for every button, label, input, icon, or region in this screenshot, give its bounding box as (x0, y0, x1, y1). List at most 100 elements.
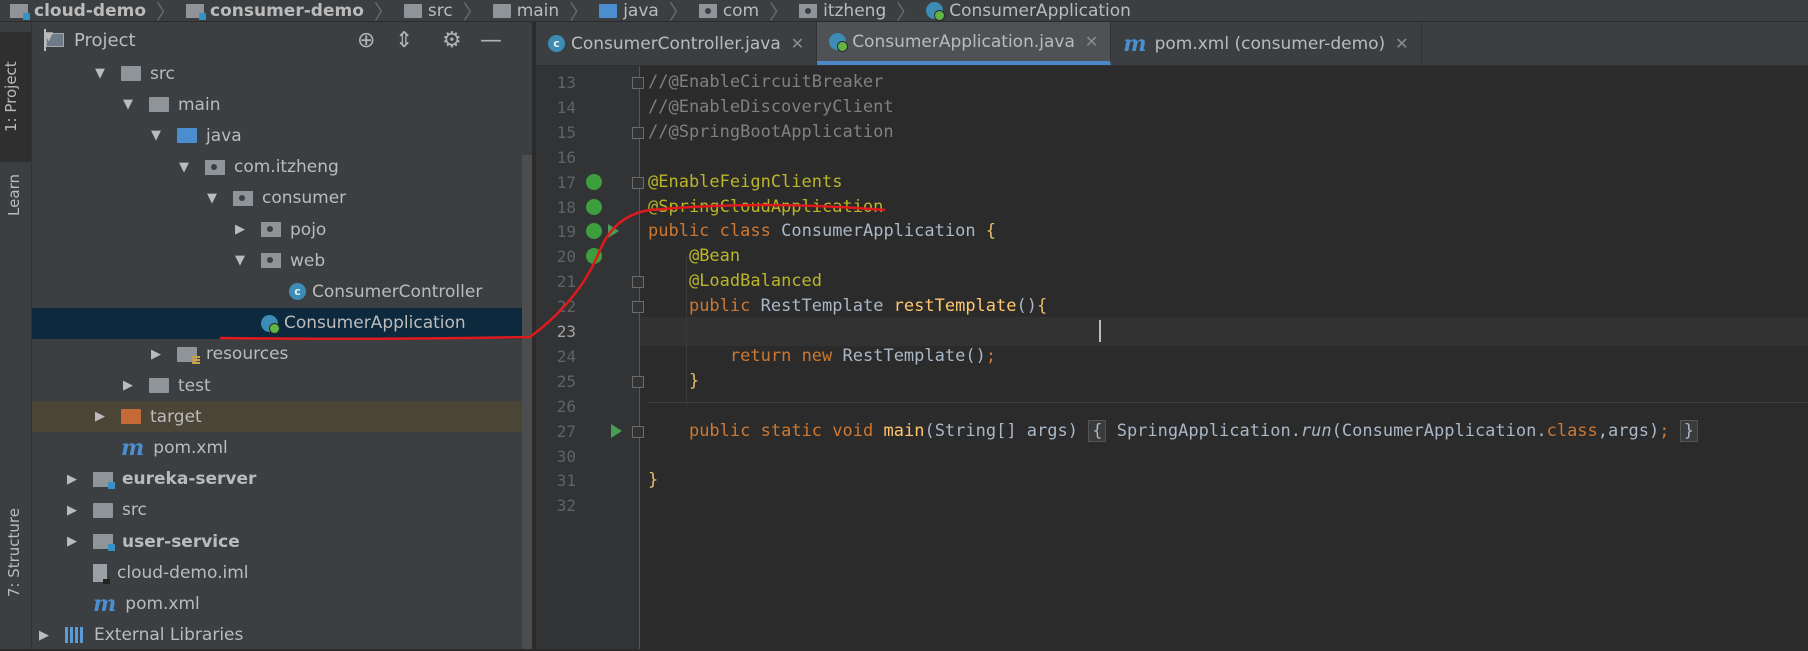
tree-item-label: ConsumerController (312, 281, 483, 302)
gear-icon[interactable]: ⚙ (442, 28, 462, 53)
breadcrumb-item-main[interactable]: main 〉 (492, 0, 589, 21)
spring-bean-gutter-icon[interactable] (586, 248, 602, 265)
breadcrumb-item-src[interactable]: src 〉 (403, 0, 483, 21)
chevron-down-icon[interactable]: ▼ (44, 29, 53, 51)
maven-icon: m (1123, 30, 1147, 57)
project-panel: Project ▼ ⊕ ⇕ ⚙ — ▼ src ▼ main ▼ java ▼ com.itz… (32, 22, 532, 649)
package-icon (205, 159, 225, 175)
collapse-all-icon[interactable]: ⇕ (395, 28, 413, 53)
folder-icon (149, 97, 169, 113)
expand-arrow-right-icon[interactable]: ▶ (37, 628, 51, 643)
spring-bean-gutter-icon[interactable] (586, 173, 602, 190)
fold-marker-icon[interactable] (632, 375, 644, 388)
tree-item[interactable]: ▶ eureka-server (32, 464, 532, 495)
tree-item[interactable]: ▶ target (32, 401, 532, 433)
close-icon[interactable]: ✕ (1085, 32, 1098, 51)
code-line[interactable]: public static void main(String[] args) {… (648, 417, 1698, 446)
expand-arrow-right-icon[interactable]: ▶ (65, 472, 79, 487)
run-icon[interactable] (608, 224, 619, 239)
tool-tab-project[interactable]: 1: Project (0, 32, 31, 162)
tree-item[interactable]: ▼ com.itzheng (32, 152, 532, 183)
expand-arrow-right-icon[interactable]: ▶ (121, 378, 135, 393)
module-icon (10, 3, 30, 20)
code-editor[interactable]: 13 14 15 16 17 18 19 20 21 22 23 24 25 26 27 30 31 32 //@… (536, 66, 1808, 649)
fold-marker-icon[interactable] (632, 301, 644, 314)
tree-item[interactable]: ▼ web (32, 245, 532, 276)
code-line[interactable]: return new RestTemplate(); (648, 342, 996, 371)
tree-item[interactable]: ▶ test (32, 370, 532, 401)
expand-arrow-down-icon[interactable]: ▼ (177, 160, 191, 175)
tree-item[interactable]: ▼ consumer (32, 183, 532, 214)
tree-item[interactable]: ▶cloud-demo.iml (32, 557, 532, 588)
tool-tab-learn[interactable]: Learn (3, 168, 25, 222)
tree-item[interactable]: ▶ src (32, 495, 532, 526)
source-folder-icon (177, 128, 197, 144)
project-view-selector[interactable]: Project (74, 30, 136, 51)
tool-window-strip: 1: Project Learn 7: Structure (0, 22, 32, 649)
tree-item[interactable]: ▼ main (32, 89, 532, 120)
tree-item-label: com.itzheng (234, 157, 339, 178)
module-icon (93, 534, 115, 551)
tree-item-label: java (206, 125, 242, 146)
expand-arrow-right-icon[interactable]: ▶ (233, 222, 247, 237)
expand-arrow-down-icon[interactable]: ▼ (233, 253, 247, 268)
spring-app-icon (926, 2, 946, 21)
expand-arrow-down-icon[interactable]: ▼ (149, 128, 163, 143)
tab-consumer-controller[interactable]: c ConsumerController.java ✕ (536, 22, 818, 65)
package-icon (261, 253, 281, 269)
tree-item[interactable]: ▶ user-service (32, 526, 532, 557)
tab-pom-xml[interactable]: m pom.xml (consumer-demo) ✕ (1111, 22, 1422, 65)
fold-marker-icon[interactable] (632, 77, 644, 89)
expand-arrow-down-icon[interactable]: ▼ (93, 66, 107, 81)
spring-app-icon (829, 33, 849, 52)
spring-bean-gutter-icon[interactable] (586, 198, 602, 215)
spring-bean-gutter-icon[interactable] (586, 223, 602, 240)
line-number: 32 (556, 496, 576, 516)
fold-marker-icon[interactable] (632, 276, 644, 289)
fold-marker-icon[interactable] (632, 176, 644, 189)
fold-marker-icon[interactable] (632, 425, 644, 438)
tab-consumer-application[interactable]: ConsumerApplication.java ✕ (817, 22, 1112, 65)
editor-gutter[interactable]: 13 14 15 16 17 18 19 20 21 22 23 24 25 26 27 30 31 32 (536, 66, 644, 649)
expand-arrow-down-icon[interactable]: ▼ (121, 97, 135, 112)
text-caret (1099, 320, 1101, 342)
tree-item-label: ConsumerApplication (284, 313, 466, 334)
expand-arrow-right-icon[interactable]: ▶ (93, 409, 107, 424)
breadcrumb-item-com[interactable]: com 〉 (698, 0, 789, 21)
tree-item[interactable]: ▼ src (32, 58, 532, 89)
tree-item-label: resources (206, 344, 289, 365)
code-line[interactable]: //@SpringBootApplication (648, 118, 894, 147)
project-panel-header: Project ▼ ⊕ ⇕ ⚙ — (32, 22, 532, 58)
tree-item[interactable]: ▶ External Libraries (32, 620, 532, 651)
tree-item[interactable]: ▶cConsumerController (32, 276, 532, 307)
close-icon[interactable]: ✕ (1395, 34, 1408, 53)
run-icon[interactable] (611, 423, 622, 438)
tree-item[interactable]: ▶mpom.xml (32, 432, 532, 463)
breadcrumb-item-itzheng[interactable]: itzheng 〉 (799, 0, 916, 21)
tree-item[interactable]: ▶ pojo (32, 214, 532, 245)
libraries-icon (65, 627, 85, 644)
expand-arrow-right-icon[interactable]: ▶ (65, 503, 79, 518)
breadcrumb-item-consumer-application[interactable]: ConsumerApplication (926, 1, 1131, 21)
fold-marker-icon[interactable] (632, 126, 644, 139)
expand-arrow-down-icon[interactable]: ▼ (205, 191, 219, 206)
close-icon[interactable]: ✕ (791, 34, 804, 53)
tree-item[interactable]: ▶ resources (32, 339, 532, 370)
breadcrumb-item-java[interactable]: java 〉 (599, 0, 689, 21)
scrollbar[interactable] (522, 155, 532, 649)
code-line[interactable]: } (648, 367, 699, 396)
tool-tab-structure[interactable]: 7: Structure (3, 502, 25, 603)
breadcrumb-item-cloud-demo[interactable]: cloud-demo 〉 (10, 0, 176, 21)
tree-item-label: pojo (290, 219, 327, 240)
folder-icon (149, 378, 169, 393)
breadcrumb-item-consumer-demo[interactable]: consumer-demo 〉 (186, 0, 394, 21)
indent-guide (686, 256, 687, 406)
minimize-icon[interactable]: — (480, 28, 502, 53)
tree-item[interactable]: ▶mpom.xml (32, 588, 532, 619)
tree-item[interactable]: ▶ConsumerApplication (32, 307, 532, 339)
locate-target-icon[interactable]: ⊕ (357, 28, 375, 53)
tree-item[interactable]: ▼ java (32, 120, 532, 151)
code-line[interactable]: } (648, 466, 658, 495)
expand-arrow-right-icon[interactable]: ▶ (65, 534, 79, 549)
expand-arrow-right-icon[interactable]: ▶ (149, 347, 163, 362)
